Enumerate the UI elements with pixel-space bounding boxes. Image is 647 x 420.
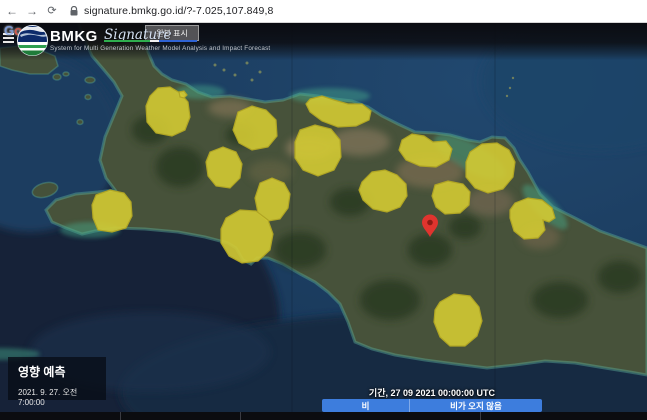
brand-underline-white [150, 40, 159, 42]
forecast-polygon [92, 190, 132, 232]
browser-address-bar: ← → ⟳ signature.bmkg.go.id/?-7.025,107.8… [0, 0, 647, 23]
impact-forecast-panel: 영향 예측 2021. 9. 27. 오전 7:00:00 [8, 357, 106, 400]
brand-subtitle: System for Multi Generation Weather Mode… [50, 45, 270, 52]
browser-back-button[interactable]: ← [4, 3, 20, 19]
timeline-divider [240, 412, 241, 420]
app-header: Go BMKG Signature 원본 표시 System for Multi… [0, 22, 647, 60]
timeline-divider [480, 412, 481, 420]
url-text: signature.bmkg.go.id/?-7.025,107.849,8 [84, 5, 273, 17]
no-rain-button[interactable]: 비가 오지 않음 [410, 399, 542, 412]
browser-reload-button[interactable]: ⟳ [44, 3, 60, 19]
timeline-strip[interactable] [0, 412, 647, 420]
brand-title: BMKG [50, 28, 98, 45]
period-label: 기간, 27 09 2021 00:00:00 UTC [322, 386, 542, 399]
rain-button[interactable]: 비 [322, 399, 410, 412]
browser-forward-button[interactable]: → [24, 3, 40, 19]
panel-title: 영향 예측 [18, 363, 106, 380]
brand-underline-blue [159, 40, 197, 42]
forecast-polygon [434, 294, 482, 346]
url-box[interactable]: signature.bmkg.go.id/?-7.025,107.849,8 [70, 5, 273, 17]
screen: ← → ⟳ signature.bmkg.go.id/?-7.025,107.8… [0, 0, 647, 420]
forecast-polygon [221, 210, 273, 263]
rain-toggle-bar: 비 비가 오지 않음 [322, 399, 542, 412]
forecast-polygon [432, 181, 470, 214]
forecast-polygon [295, 125, 341, 176]
brand-underline-green [104, 40, 150, 42]
lock-icon [70, 6, 78, 16]
bmkg-logo [17, 25, 48, 56]
timeline-divider [120, 412, 121, 420]
panel-datetime: 2021. 9. 27. 오전 7:00:00 [18, 387, 106, 407]
